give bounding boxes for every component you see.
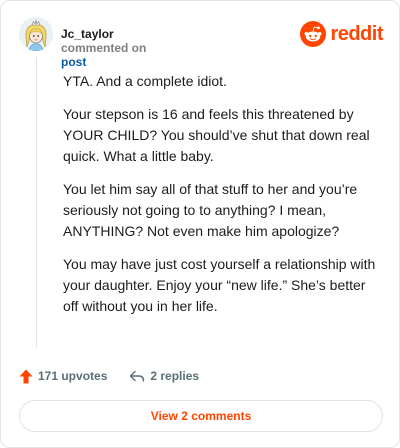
upvote-count: 171 upvotes — [38, 369, 108, 383]
thread-line — [36, 57, 37, 347]
comment-paragraph: Your stepson is 16 and feels this threat… — [63, 106, 370, 164]
avatar[interactable] — [19, 17, 53, 51]
reddit-icon — [300, 21, 327, 47]
reddit-brand[interactable]: reddit — [300, 21, 383, 47]
replies-button[interactable]: 2 replies — [129, 369, 199, 383]
comment-header: Jc_taylor commented on post reddit — [19, 15, 383, 69]
byline-action-text: commented on — [61, 41, 147, 55]
post-link[interactable]: post — [61, 55, 86, 69]
view-comments-button[interactable]: View 2 comments — [19, 400, 383, 432]
comment-actions: 171 upvotes 2 replies — [19, 365, 199, 387]
comment-paragraph: You let him say all of that stuff to her… — [63, 181, 358, 239]
comment-body: YTA. And a complete idiot. Your stepson … — [63, 71, 383, 329]
comment-paragraph: You may have just cost yourself a relati… — [63, 256, 376, 314]
reddit-wordmark: reddit — [330, 23, 383, 45]
replies-count: 2 replies — [150, 369, 200, 383]
comment-card: Jc_taylor commented on post reddit YTA. … — [0, 0, 400, 448]
comment-byline: Jc_taylor commented on post — [61, 27, 146, 69]
upvote-button[interactable]: 171 upvotes — [19, 369, 107, 384]
reply-icon — [130, 370, 145, 382]
comment-paragraph: YTA. And a complete idiot. — [63, 73, 227, 89]
username[interactable]: Jc_taylor — [61, 27, 114, 41]
upvote-arrow-icon — [19, 369, 33, 383]
